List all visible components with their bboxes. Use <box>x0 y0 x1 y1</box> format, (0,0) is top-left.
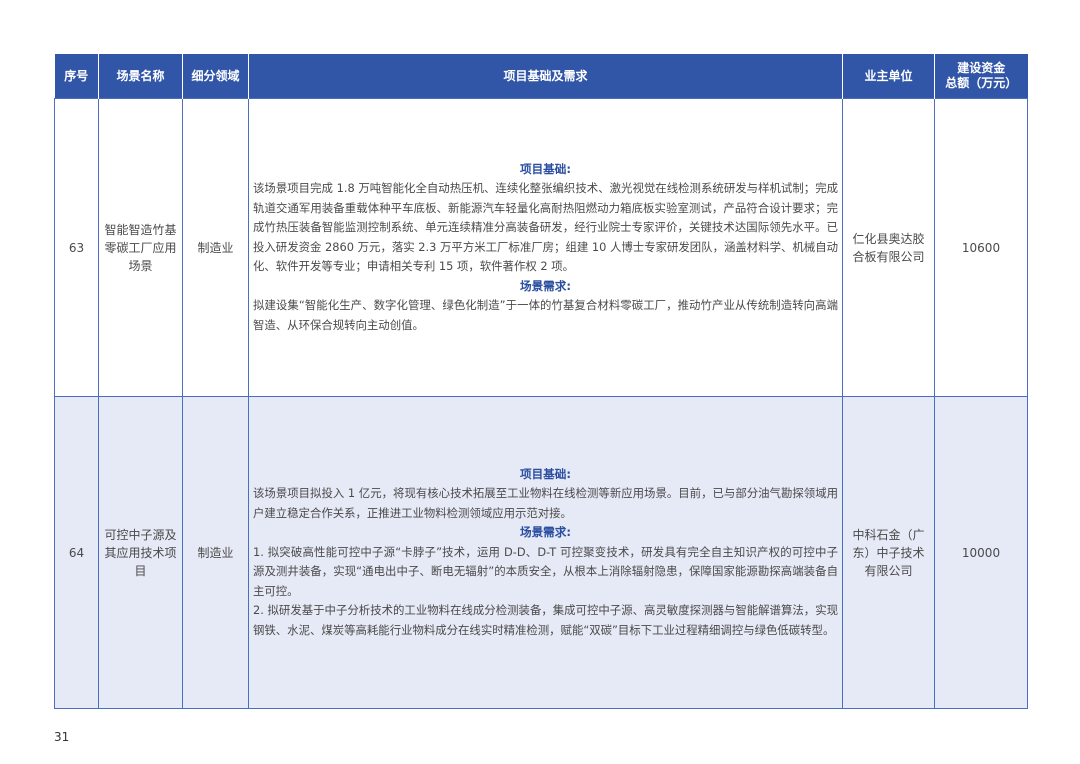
header-scene-name: 场景名称 <box>98 54 183 99</box>
owner-text: 仁化县奥达胶合板有限公司 <box>852 231 925 264</box>
row-investment: 10000 <box>934 396 1028 709</box>
basis-label: 项目基础: <box>519 161 571 176</box>
header-investment-line1: 建设资金 <box>957 61 1006 75</box>
row-scene-name: 智能智造竹基零碳工厂应用场景 <box>98 98 183 397</box>
table-header-row: 序号 场景名称 细分领域 项目基础及需求 业主单位 建设资金 总额（万元） <box>54 54 1028 99</box>
demand-paragraph: 1. 拟突破高性能可控中子源“卡脖子”技术，运用 D-D、D-T 可控聚变技术，… <box>253 544 838 598</box>
scene-name-text: 智能智造竹基零碳工厂应用场景 <box>104 222 177 273</box>
basis-label: 项目基础: <box>519 466 571 481</box>
scene-name-text: 可控中子源及其应用技术项目 <box>104 527 177 578</box>
header-index: 序号 <box>54 54 99 99</box>
demand-label: 场景需求: <box>519 525 571 540</box>
row-index: 64 <box>54 396 99 709</box>
demand-label: 场景需求: <box>519 278 571 293</box>
basis-paragraph: 该场景项目完成 1.8 万吨智能化全自动热压机、连续化整张编织技术、激光视觉在线… <box>253 181 838 274</box>
row-sub-field: 制造业 <box>182 396 249 709</box>
row-basis-and-demand: 项目基础: 该场景项目完成 1.8 万吨智能化全自动热压机、连续化整张编织技术、… <box>248 98 843 397</box>
table-row: 63 智能智造竹基零碳工厂应用场景 制造业 项目基础: 该场景项目完成 1.8 … <box>54 98 1028 397</box>
header-investment: 建设资金 总额（万元） <box>934 54 1028 99</box>
page-number: 31 <box>54 730 70 744</box>
demand-paragraph: 拟建设集“智能化生产、数字化管理、绿色化制造”于一体的竹基复合材料零碳工厂，推动… <box>253 298 838 332</box>
row-investment: 10600 <box>934 98 1028 397</box>
table-row: 64 可控中子源及其应用技术项目 制造业 项目基础: 该场景项目拟投入 1 亿元… <box>54 396 1028 709</box>
header-owner: 业主单位 <box>842 54 935 99</box>
row-basis-and-demand: 项目基础: 该场景项目拟投入 1 亿元，将现有核心技术拓展至工业物料在线检测等新… <box>248 396 843 709</box>
basis-paragraph: 该场景项目拟投入 1 亿元，将现有核心技术拓展至工业物料在线检测等新应用场景。目… <box>253 486 838 520</box>
demand-paragraph: 2. 拟研发基于中子分析技术的工业物料在线成分检测装备，集成可控中子源、高灵敏度… <box>253 603 838 637</box>
row-owner: 中科石金（广东）中子技术有限公司 <box>842 396 935 709</box>
owner-text: 中科石金（广东）中子技术有限公司 <box>852 527 925 578</box>
row-owner: 仁化县奥达胶合板有限公司 <box>842 98 935 397</box>
row-index: 63 <box>54 98 99 397</box>
project-table: 序号 场景名称 细分领域 项目基础及需求 业主单位 建设资金 总额（万元） 63… <box>54 54 1028 709</box>
header-sub-field: 细分领域 <box>182 54 249 99</box>
header-investment-line2: 总额（万元） <box>945 76 1018 90</box>
row-scene-name: 可控中子源及其应用技术项目 <box>98 396 183 709</box>
row-sub-field: 制造业 <box>182 98 249 397</box>
header-basis-and-demand: 项目基础及需求 <box>248 54 843 99</box>
